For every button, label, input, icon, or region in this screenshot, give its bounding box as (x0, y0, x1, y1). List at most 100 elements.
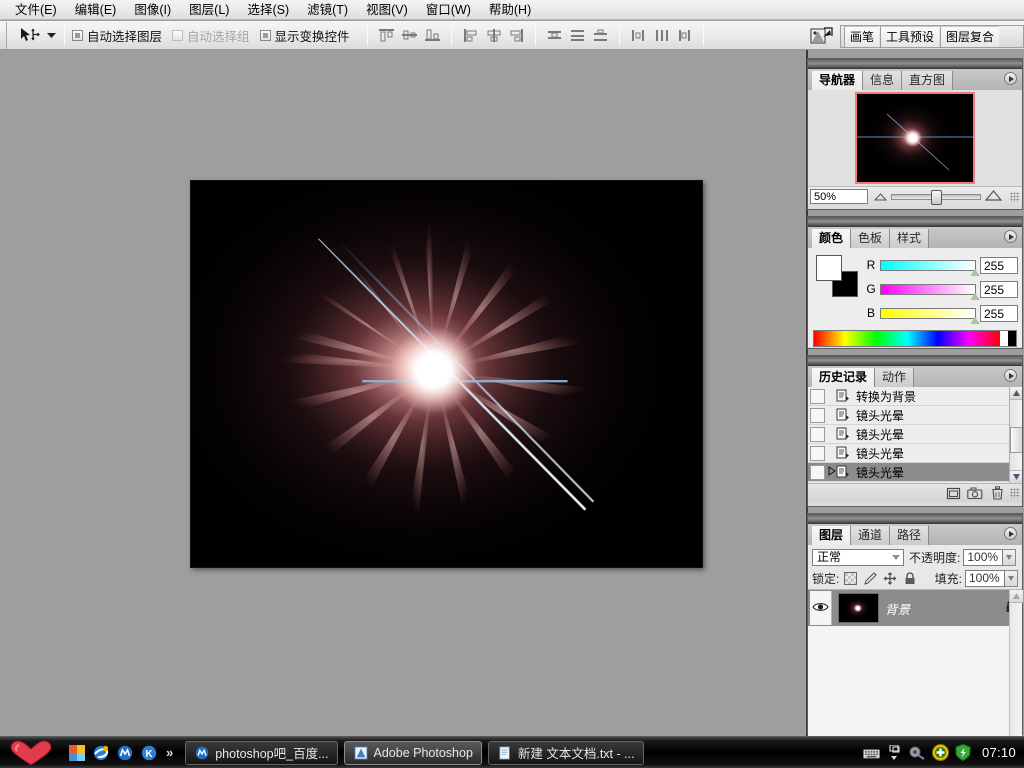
quick-launch-overflow-icon[interactable]: » (166, 745, 173, 760)
fill-stepper-icon[interactable] (1005, 569, 1018, 587)
layer-list[interactable]: 背景 (808, 589, 1023, 742)
history-state-list[interactable]: 转换为背景 镜头光晕 镜头光晕 镜头光晕 镜头光晕 (808, 387, 1022, 483)
menu-filter[interactable]: 滤镜(T) (298, 1, 357, 19)
align-top-edges-icon[interactable] (376, 25, 397, 45)
navigator-thumbnail[interactable] (855, 92, 975, 184)
document-workspace[interactable] (0, 50, 808, 740)
history-panel-title-bar[interactable] (808, 356, 1022, 366)
green-slider[interactable] (880, 283, 980, 300)
tab-history[interactable]: 历史记录 (812, 368, 876, 387)
maxthon-browser-icon[interactable] (116, 744, 133, 761)
distribute-bottom-edges-icon[interactable] (590, 25, 611, 45)
image-canvas[interactable] (190, 180, 703, 568)
blue-value-input[interactable]: 255 (980, 304, 1018, 322)
layer-thumbnail[interactable] (838, 593, 879, 623)
tab-layers[interactable]: 图层 (812, 526, 852, 545)
red-value-input[interactable]: 255 (980, 256, 1018, 274)
blend-mode-select[interactable]: 正常 (812, 548, 904, 566)
security-shield-icon[interactable] (955, 744, 972, 761)
lock-transparent-pixels-icon[interactable] (842, 570, 858, 586)
show-desktop-icon[interactable] (68, 744, 85, 761)
layers-panel-title-bar[interactable] (808, 514, 1022, 524)
volume-icon[interactable] (909, 744, 926, 761)
history-state-row[interactable]: 转换为背景 (808, 387, 1022, 406)
menu-view[interactable]: 视图(V) (357, 1, 417, 19)
menu-help[interactable]: 帮助(H) (480, 1, 540, 19)
align-bottom-edges-icon[interactable] (422, 25, 443, 45)
color-panel-title-bar[interactable] (808, 217, 1022, 227)
distribute-top-edges-icon[interactable] (544, 25, 565, 45)
new-document-from-state-icon[interactable] (942, 485, 964, 502)
kingsoft-icon[interactable]: K (140, 744, 157, 761)
taskbar-button-notepad[interactable]: 新建 文本文档.txt - ... (487, 740, 644, 765)
color-spectrum-ramp[interactable] (813, 330, 1017, 347)
tab-info[interactable]: 信息 (863, 71, 903, 90)
history-source-checkbox[interactable] (810, 426, 825, 442)
distribute-horizontal-centers-icon[interactable] (651, 25, 672, 45)
layer-visibility-toggle[interactable] (810, 591, 832, 625)
delete-state-icon[interactable] (986, 485, 1008, 502)
scroll-up-arrow-icon[interactable] (1010, 387, 1022, 400)
show-hidden-icons-icon[interactable] (886, 744, 903, 761)
history-scrollbar-thumb[interactable] (1010, 427, 1022, 453)
menu-edit[interactable]: 编辑(E) (66, 1, 126, 19)
distribute-left-edges-icon[interactable] (628, 25, 649, 45)
history-state-row-selected[interactable]: 镜头光晕 (808, 463, 1022, 482)
lock-image-pixels-icon[interactable] (862, 570, 878, 586)
align-right-edges-icon[interactable] (506, 25, 527, 45)
tab-actions[interactable]: 动作 (875, 368, 915, 387)
history-state-row[interactable]: 镜头光晕 (808, 425, 1022, 444)
history-panel-menu-icon[interactable] (1004, 369, 1017, 382)
palette-tab-brushes[interactable]: 画笔 (844, 26, 880, 47)
red-slider[interactable] (880, 259, 980, 276)
opacity-input[interactable]: 100% (963, 548, 1004, 566)
keyboard-layout-icon[interactable] (862, 744, 880, 761)
auto-select-layer-checkbox[interactable]: 自动选择图层 (72, 26, 162, 45)
layer-row-background[interactable]: 背景 (808, 590, 1022, 626)
history-resize-grip[interactable] (1010, 488, 1020, 498)
show-transform-controls-checkbox[interactable]: 显示变换控件 (259, 26, 350, 45)
navigator-panel-menu-icon[interactable] (1004, 72, 1017, 85)
layer-name-label[interactable]: 背景 (885, 599, 1000, 618)
palette-tab-layer-comps[interactable]: 图层复合 (940, 26, 1000, 47)
menu-layer[interactable]: 图层(L) (180, 1, 238, 19)
history-state-row[interactable]: 镜头光晕 (808, 406, 1022, 425)
scroll-down-arrow-icon[interactable] (1010, 470, 1022, 483)
tab-swatches[interactable]: 色板 (851, 229, 891, 248)
red-slider-thumb[interactable] (970, 268, 980, 276)
history-source-checkbox[interactable] (810, 464, 825, 480)
spectrum-white-swatch[interactable] (1000, 331, 1008, 346)
taskbar-clock[interactable]: 07:10 (982, 745, 1016, 760)
heart-start-icon[interactable] (0, 739, 62, 766)
history-source-checkbox[interactable] (810, 388, 825, 404)
menu-file[interactable]: 文件(E) (6, 1, 66, 19)
distribute-right-edges-icon[interactable] (674, 25, 695, 45)
palette-well-icon[interactable] (808, 24, 836, 49)
tab-channels[interactable]: 通道 (851, 526, 891, 545)
ie-browser-icon[interactable] (92, 744, 109, 761)
lock-all-icon[interactable] (902, 570, 918, 586)
taskbar-button-photoshop[interactable]: Adobe Photoshop (343, 740, 482, 765)
zoom-out-icon[interactable] (873, 190, 888, 204)
tab-histogram[interactable]: 直方图 (902, 71, 954, 90)
history-source-checkbox[interactable] (810, 445, 825, 461)
fill-input[interactable]: 100% (965, 569, 1005, 587)
palette-tab-tool-presets[interactable]: 工具预设 (880, 26, 940, 47)
tab-paths[interactable]: 路径 (890, 526, 930, 545)
align-horizontal-centers-icon[interactable] (483, 25, 504, 45)
tool-preset-caret-icon[interactable] (45, 23, 57, 47)
history-source-checkbox[interactable] (810, 407, 825, 423)
zoom-slider[interactable] (868, 189, 1008, 205)
green-slider-thumb[interactable] (970, 292, 980, 300)
green-value-input[interactable]: 255 (980, 280, 1018, 298)
align-left-edges-icon[interactable] (460, 25, 481, 45)
zoom-slider-track[interactable] (891, 189, 981, 205)
tab-styles[interactable]: 样式 (890, 229, 930, 248)
taskbar-button-browser[interactable]: photoshop吧_百度... (185, 740, 338, 765)
update-shield-icon[interactable] (931, 744, 949, 761)
color-panel-menu-icon[interactable] (1004, 230, 1017, 243)
zoom-in-icon[interactable] (984, 189, 1003, 204)
layers-panel-menu-icon[interactable] (1004, 527, 1017, 540)
history-state-row[interactable]: 镜头光晕 (808, 444, 1022, 463)
navigator-panel-title-bar[interactable] (808, 59, 1022, 69)
